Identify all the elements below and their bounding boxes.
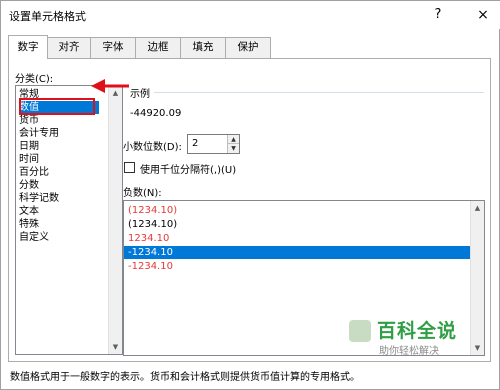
red-arrow-icon bbox=[91, 79, 129, 93]
category-item-fraction[interactable]: 分数 bbox=[19, 179, 99, 192]
thousands-separator-checkbox[interactable] bbox=[124, 162, 135, 173]
category-item-special[interactable]: 特殊 bbox=[19, 218, 99, 231]
sample-divider bbox=[154, 92, 484, 93]
category-item-accounting[interactable]: 会计专用 bbox=[19, 127, 99, 140]
category-label: 分类(C): bbox=[15, 74, 54, 85]
decimal-places-label: 小数位数(D): bbox=[123, 142, 182, 153]
scroll-down-icon[interactable]: ▼ bbox=[109, 340, 122, 354]
tab-number[interactable]: 数字 bbox=[8, 35, 48, 59]
scroll-up-icon[interactable]: ▲ bbox=[471, 201, 484, 215]
negative-option-5[interactable]: -1234.10 bbox=[124, 260, 470, 273]
format-cells-dialog: 设置单元格格式 ? × 数字 对齐 字体 边框 填充 保护 分类(C): 常规 … bbox=[0, 0, 500, 390]
watermark-title: 百科全说 bbox=[377, 320, 458, 342]
watermark-subtitle: 助你轻松解决 bbox=[379, 346, 439, 357]
category-item-text[interactable]: 文本 bbox=[19, 205, 99, 218]
negative-option-1[interactable]: (1234.10) bbox=[124, 204, 470, 217]
tab-border[interactable]: 边框 bbox=[135, 37, 181, 58]
negative-option-2[interactable]: (1234.10) bbox=[124, 218, 470, 231]
category-item-currency[interactable]: 货币 bbox=[19, 114, 99, 127]
spin-up-icon[interactable]: ▲ bbox=[227, 135, 239, 144]
close-button[interactable]: × bbox=[473, 5, 493, 25]
sample-label: 示例 bbox=[130, 89, 150, 100]
tab-font[interactable]: 字体 bbox=[90, 37, 136, 58]
sample-value: -44920.09 bbox=[130, 108, 182, 119]
spin-down-icon[interactable]: ▼ bbox=[227, 144, 239, 153]
tab-protection[interactable]: 保护 bbox=[225, 37, 271, 58]
thousands-separator-label[interactable]: 使用千位分隔符(,)(U) bbox=[140, 161, 236, 176]
category-scrollbar[interactable]: ▲ ▼ bbox=[108, 86, 122, 354]
watermark: 百科全说 助你轻松解决 bbox=[349, 314, 479, 364]
tab-alignment[interactable]: 对齐 bbox=[47, 37, 91, 58]
decimal-places-stepper[interactable]: 2 ▲ ▼ bbox=[187, 134, 240, 154]
category-list[interactable]: 常规 数值 货币 会计专用 日期 时间 百分比 分数 科学记数 文本 特殊 自定… bbox=[15, 85, 123, 355]
negative-numbers-label: 负数(N): bbox=[123, 188, 162, 199]
category-item-time[interactable]: 时间 bbox=[19, 153, 99, 166]
title-bar: 设置单元格格式 ? × bbox=[1, 1, 500, 29]
category-item-date[interactable]: 日期 bbox=[19, 140, 99, 153]
dialog-title: 设置单元格格式 bbox=[9, 10, 86, 23]
help-button[interactable]: ? bbox=[429, 6, 447, 24]
tab-bar: 数字 对齐 字体 边框 填充 保护 bbox=[8, 35, 488, 59]
category-item-percentage[interactable]: 百分比 bbox=[19, 166, 99, 179]
tab-fill[interactable]: 填充 bbox=[180, 37, 226, 58]
number-tab-panel: 分类(C): 常规 数值 货币 会计专用 日期 时间 百分比 分数 科学记数 文… bbox=[8, 58, 491, 362]
highlight-box bbox=[19, 98, 95, 115]
negative-option-4[interactable]: -1234.10 bbox=[124, 246, 470, 259]
negative-option-3[interactable]: 1234.10 bbox=[124, 232, 470, 245]
watermark-logo-icon bbox=[349, 320, 371, 342]
category-item-scientific[interactable]: 科学记数 bbox=[19, 192, 99, 205]
decimal-places-value[interactable]: 2 bbox=[192, 138, 198, 149]
category-item-custom[interactable]: 自定义 bbox=[19, 231, 99, 244]
format-description: 数值格式用于一般数字的表示。货币和会计格式则提供货币值计算的专用格式。 bbox=[10, 372, 360, 383]
